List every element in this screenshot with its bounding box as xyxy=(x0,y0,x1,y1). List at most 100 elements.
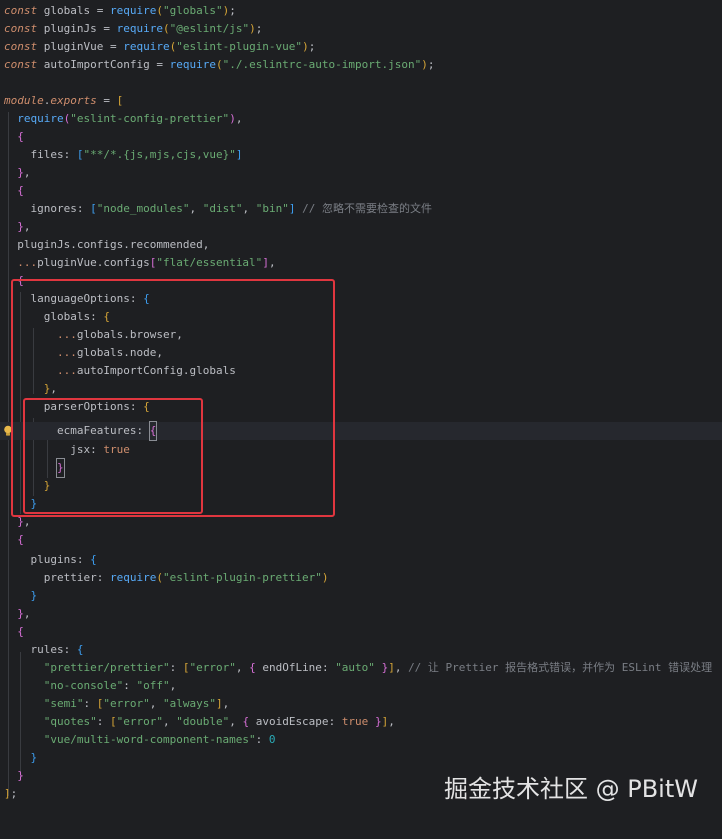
operator: = xyxy=(96,22,117,35)
code-line: rules: { xyxy=(30,643,84,656)
code-line: prettier: require("eslint-plugin-prettie… xyxy=(43,571,329,584)
function-call: require xyxy=(169,58,216,71)
punct: : xyxy=(169,661,183,674)
code-line: ignores: ["node_modules", "dist", "bin"]… xyxy=(30,202,432,215)
punct: : xyxy=(96,571,110,584)
code-line: const globals = require("globals"); xyxy=(4,4,236,17)
punct: : xyxy=(321,661,336,674)
code-line: } xyxy=(30,589,38,602)
keyword-const: const xyxy=(4,22,38,35)
punct: : xyxy=(83,697,97,710)
code-line: "vue/multi-word-component-names": 0 xyxy=(0,731,722,749)
punct: . xyxy=(123,238,130,251)
string-literal: "dist" xyxy=(202,202,243,215)
string-literal: "error" xyxy=(116,715,163,728)
code-line: pluginJs.configs.recommended, xyxy=(0,236,722,254)
string-literal: "bin" xyxy=(255,202,289,215)
string-literal: "quotes" xyxy=(43,715,97,728)
punct: , xyxy=(23,607,31,620)
string-literal: "./.eslintrc-auto-import.json" xyxy=(222,58,422,71)
operator: = xyxy=(90,4,110,17)
punct: : xyxy=(63,148,77,161)
string-literal: "error" xyxy=(189,661,236,674)
code-line: }, xyxy=(17,166,31,179)
code-line: }, xyxy=(17,220,31,233)
keyword-const: const xyxy=(4,40,38,53)
function-call: require xyxy=(17,112,64,125)
function-call: require xyxy=(109,4,157,17)
function-call: require xyxy=(109,571,157,584)
watermark-text: 掘金技术社区 @ PBitW xyxy=(443,775,698,803)
keyword-module: module xyxy=(4,94,44,107)
code-line: "quotes": ["error", "double", { avoidEsc… xyxy=(43,715,395,728)
punct: ; xyxy=(308,40,316,53)
property-key: ignores xyxy=(30,202,77,215)
identifier: pluginJs xyxy=(17,238,71,251)
punct: , xyxy=(23,166,31,179)
identifier: pluginVue xyxy=(43,40,104,53)
string-literal: "@eslint/js" xyxy=(169,22,250,35)
code-line: { xyxy=(17,184,24,197)
punct: : xyxy=(255,733,269,746)
string-literal: "flat/essential" xyxy=(156,256,263,269)
highlight-box-parser-options xyxy=(23,398,203,514)
code-line: const pluginVue = require("eslint-plugin… xyxy=(4,40,316,53)
operator: = xyxy=(103,40,124,53)
punct: ; xyxy=(10,787,18,800)
string-literal: "vue/multi-word-component-names" xyxy=(43,733,256,746)
string-literal: "prettier/prettier" xyxy=(43,661,170,674)
property-key: plugins xyxy=(30,553,77,566)
punct: ; xyxy=(427,58,435,71)
identifier: pluginVue xyxy=(37,256,97,269)
identifier: recommended xyxy=(129,238,203,251)
property-key: endOfLine xyxy=(262,661,322,674)
code-line: "semi": ["error", "always"], xyxy=(43,697,230,710)
punct: , xyxy=(169,679,177,692)
code-line: { xyxy=(17,130,24,143)
boolean-literal: true xyxy=(341,715,369,728)
code-line: }, xyxy=(17,607,31,620)
number-literal: 0 xyxy=(268,733,276,746)
punct: , xyxy=(394,661,402,674)
keyword-const: const xyxy=(4,58,38,71)
function-call: require xyxy=(123,40,170,53)
code-line: "no-console": "off", xyxy=(0,677,722,695)
operator: = xyxy=(96,94,117,107)
operator: = xyxy=(149,58,170,71)
code-comment: // 忽略不需要检查的文件 xyxy=(302,202,432,215)
code-line: } xyxy=(30,751,38,764)
punct: , xyxy=(235,112,243,125)
punct: , xyxy=(202,238,210,251)
code-line: "prettier/prettier": ["error", { endOfLi… xyxy=(43,661,713,674)
punct: ; xyxy=(255,22,263,35)
punct: : xyxy=(63,643,77,656)
punct: : xyxy=(328,715,342,728)
property-key: avoidEscape xyxy=(255,715,329,728)
keyword-exports: exports xyxy=(50,94,97,107)
code-line: files: ["**/*.{js,mjs,cjs,vue}"] xyxy=(30,148,243,161)
function-call: require xyxy=(116,22,163,35)
string-literal: "auto" xyxy=(335,661,375,674)
string-literal: "globals" xyxy=(162,4,223,17)
punct: . xyxy=(70,238,77,251)
code-line: require("eslint-config-prettier"), xyxy=(17,112,243,125)
string-literal: "node_modules" xyxy=(96,202,190,215)
keyword-const: const xyxy=(4,4,38,17)
punct: : xyxy=(123,679,137,692)
code-line: { xyxy=(17,625,24,638)
property-key: rules xyxy=(30,643,64,656)
identifier: autoImportConfig xyxy=(43,58,150,71)
string-literal: "**/*.{js,mjs,cjs,vue}" xyxy=(83,148,236,161)
string-literal: "off" xyxy=(136,679,170,692)
code-line: { xyxy=(17,533,24,546)
property-key: files xyxy=(30,148,64,161)
code-line: const pluginJs = require("@eslint/js"); xyxy=(4,22,263,35)
punct: , xyxy=(268,256,276,269)
code-line: const autoImportConfig = require("./.esl… xyxy=(4,58,435,71)
punct: : xyxy=(76,553,91,566)
string-literal: "always" xyxy=(162,697,216,710)
identifier: configs xyxy=(103,256,150,269)
spread-operator: ... xyxy=(17,256,38,269)
punct: , xyxy=(222,697,230,710)
code-editor[interactable]: const globals = require("globals"); cons… xyxy=(0,0,722,824)
